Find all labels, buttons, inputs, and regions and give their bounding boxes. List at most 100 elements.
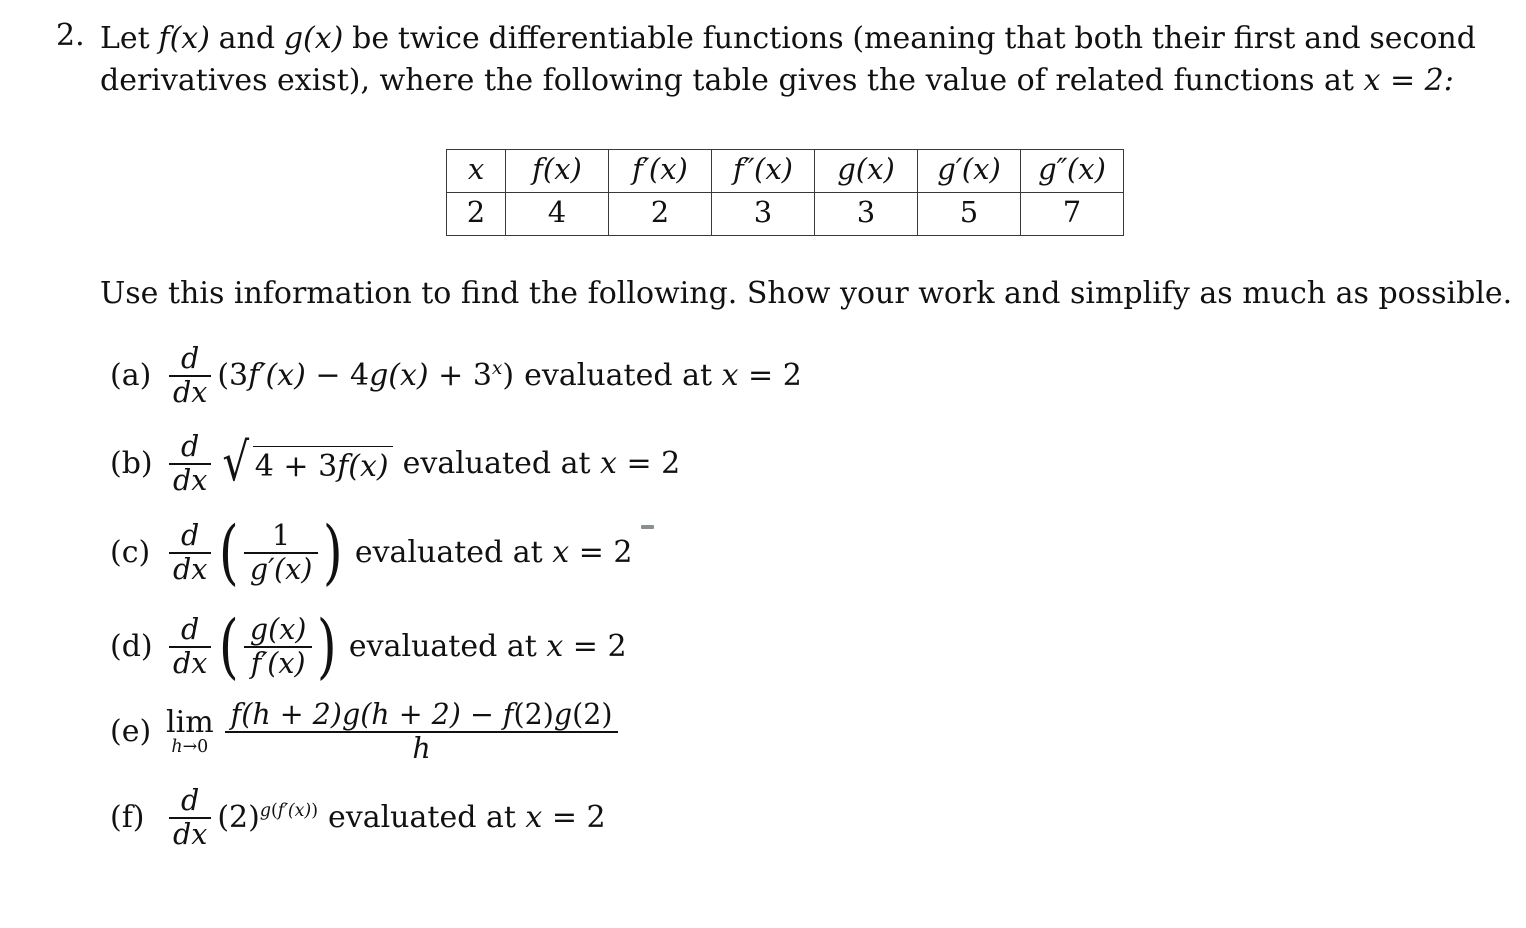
word: first — [1233, 21, 1296, 56]
word: and — [1304, 21, 1361, 56]
symbol-g: g — [249, 552, 269, 586]
header-arg: (x) — [542, 152, 582, 186]
tail-variable: x — [546, 629, 564, 665]
frac-denominator: g′(x) — [244, 552, 318, 586]
word: both — [1074, 21, 1144, 56]
frac-denominator: dx — [173, 646, 208, 680]
word: value — [925, 63, 1008, 98]
argument: (x) — [348, 448, 389, 484]
table-header-cell-f-prime: f′(x) — [608, 149, 712, 193]
word: related — [1055, 63, 1164, 98]
part-a-tail: evaluated at x = 2 — [524, 358, 802, 393]
tail-value: = 2 — [563, 629, 627, 665]
tail-text: evaluated at — [402, 446, 601, 482]
expr-open: (3 — [217, 358, 249, 394]
table-header-cell-g-double-prime: g″(x) — [1020, 149, 1124, 193]
word: Let — [100, 21, 150, 56]
argument: (x) — [274, 552, 313, 586]
part-e-label: (e) — [110, 714, 152, 750]
big-paren-close: ) — [317, 604, 338, 687]
argument: (h + 2) — [241, 698, 342, 731]
word: differentiable — [488, 21, 694, 56]
header-symbol: x — [467, 152, 485, 186]
inner-fraction-one-over-g-prime: 1 g′(x) — [243, 519, 319, 586]
word: functions — [702, 21, 844, 56]
header-arg: (x) — [1066, 152, 1106, 186]
paren-close: ) — [311, 801, 318, 822]
paren-open: ( — [270, 801, 278, 822]
header-arg: (x) — [648, 152, 688, 186]
frac-numerator: d — [181, 342, 200, 375]
frac-numerator: f(h + 2)g(h + 2) − f(2)g(2) — [225, 700, 619, 730]
part-a-expression: (3f′(x) − 4g(x) + 3x) — [217, 358, 514, 393]
frac-denominator: dx — [173, 817, 208, 851]
word: functions — [1173, 63, 1315, 98]
frac-numerator: d — [181, 519, 200, 552]
radicand-prefix: 4 + 3 — [254, 448, 338, 484]
instruction-text: Use this information to find the followi… — [100, 276, 1513, 311]
tail-text: evaluated at — [354, 535, 553, 571]
function-g-of-x: g(x) — [283, 21, 344, 56]
symbol-f: f — [248, 358, 260, 394]
table-cell-value: 2 — [608, 192, 712, 236]
square-root: √ 4 + 3f(x) — [219, 436, 393, 488]
big-paren-open: ( — [219, 510, 239, 593]
tail-text: evaluated at — [328, 800, 526, 836]
header-symbol: g — [1038, 152, 1057, 186]
word: second — [1369, 21, 1476, 56]
tail-value: = 2 — [738, 358, 802, 394]
big-paren-close: ) — [323, 510, 343, 593]
exponential-base: (2) — [217, 800, 260, 836]
argument: (h + 2) — [360, 698, 461, 731]
symbol-f: f — [502, 698, 514, 731]
word: derivatives — [100, 63, 268, 98]
symbol-g: g — [249, 613, 269, 646]
header-symbol: g — [937, 152, 956, 186]
part-b-label: (b) — [110, 446, 153, 482]
part-f: (f) d dx (2)g(f′(x)) evaluated at x = 2 — [110, 786, 606, 849]
word: the — [483, 63, 534, 98]
symbol-g: g — [341, 698, 361, 731]
word: exist), — [277, 63, 370, 98]
argument: (2) — [572, 698, 613, 731]
header-arg: (x) — [855, 152, 895, 186]
header-primes: ″ — [1056, 152, 1068, 186]
frac-denominator: dx — [173, 375, 208, 409]
tail-variable: x — [552, 535, 570, 571]
word: that — [1004, 21, 1066, 56]
big-paren-open: ( — [219, 604, 239, 687]
inner-fraction-g-over-f-prime: g(x) f′(x) — [243, 613, 313, 680]
frac-numerator: 1 — [272, 519, 291, 552]
word: and — [218, 21, 276, 56]
header-symbol: g — [837, 152, 856, 186]
problem-statement-block: 2. Let f(x) and g(x) be twice differenti… — [56, 18, 1476, 102]
symbol-g: g — [259, 801, 271, 822]
word: twice — [397, 21, 480, 56]
tail-variable: x — [600, 446, 617, 482]
header-primes: ″ — [743, 152, 755, 186]
limit-subscript: h→0 — [171, 738, 208, 756]
symbol-g: g — [369, 358, 389, 394]
argument: (x) — [267, 646, 306, 680]
tail-text: evaluated at — [524, 358, 722, 394]
derivative-operator-ddx: d dx — [169, 519, 212, 584]
table-header-row: x f(x) f′(x) f″(x) g(x) g′(x) g″(x) — [446, 149, 1124, 193]
statement-line-2: derivatives exist), where the following … — [100, 60, 1476, 102]
frac-denominator: f′(x) — [245, 646, 312, 680]
tail-variable: x — [525, 800, 543, 836]
word: be — [352, 21, 390, 56]
part-f-expression: (2)g(f′(x)) — [217, 800, 318, 835]
operator-minus: − 4 — [305, 358, 370, 394]
header-arg: (x) — [754, 152, 793, 186]
argument: (x) — [265, 358, 306, 394]
table-cell-value: 4 — [505, 192, 609, 236]
limit-lim-text: lim — [166, 704, 214, 740]
problem-statement-paragraph: Let f(x) and g(x) be twice differentiabl… — [100, 18, 1476, 102]
function-f-of-x: f(x) — [158, 21, 210, 56]
argument: (x) — [287, 801, 312, 822]
part-e: (e) lim h→0 f(h + 2)g(h + 2) − f(2)g(2) … — [110, 700, 621, 763]
part-d-label: (d) — [110, 629, 153, 665]
table-header-cell-f: f(x) — [505, 149, 609, 193]
statement-line-1: Let f(x) and g(x) be twice differentiabl… — [100, 18, 1476, 60]
part-b: (b) d dx √ 4 + 3f(x) evaluated at x = 2 — [110, 432, 680, 495]
